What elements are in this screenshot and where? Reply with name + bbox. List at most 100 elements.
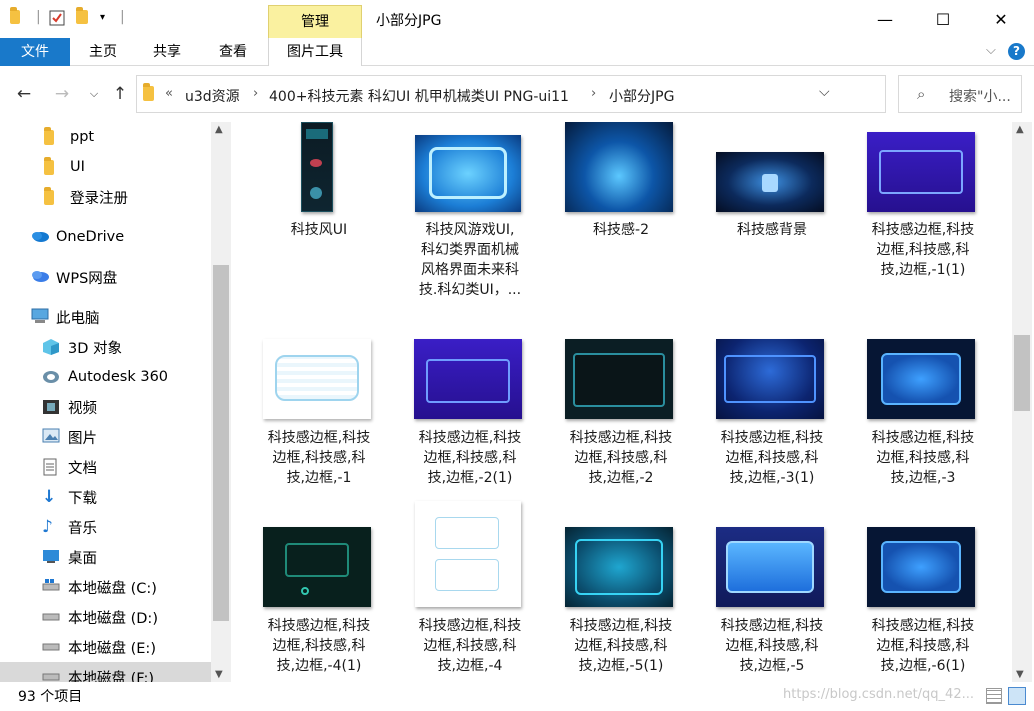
file-thumbnail[interactable] (263, 339, 371, 419)
sidebar-item-documents[interactable]: 文档 (42, 452, 232, 482)
sidebar-item-desktop[interactable]: 桌面 (42, 542, 232, 572)
wps-cloud-icon (30, 268, 49, 286)
maximize-button[interactable]: ☐ (920, 0, 966, 38)
sidebar-item-drive-d[interactable]: 本地磁盘 (D:) (42, 602, 232, 632)
file-name[interactable]: 科技感-2 (556, 220, 686, 240)
tab-view[interactable]: 查看 (202, 38, 264, 66)
chevron-right-icon[interactable]: › (591, 86, 596, 101)
address-bar[interactable]: « u3d资源 › 400+科技元素 科幻UI 机甲机械类UI PNG-ui11… (136, 75, 1009, 113)
back-arrow-icon[interactable]: ← (12, 82, 36, 106)
help-icon[interactable]: ? (1008, 43, 1025, 60)
sidebar-item-wps[interactable]: WPS网盘 (30, 262, 232, 292)
file-thumbnail[interactable] (716, 339, 824, 419)
file-thumbnail[interactable] (867, 339, 975, 419)
file-thumbnail[interactable] (565, 527, 673, 607)
sidebar-item-label: 本地磁盘 (C:) (68, 580, 157, 597)
tab-file[interactable]: 文件 (0, 38, 70, 66)
file-thumbnail[interactable] (867, 527, 975, 607)
forward-arrow-icon[interactable]: → (50, 82, 74, 106)
recent-locations-icon[interactable]: ⌵ (82, 82, 106, 106)
file-name[interactable]: 科技感边框,科技 边框,科技感,科 技,边框,-6(1) (858, 616, 988, 676)
breadcrumb-item[interactable]: 400+科技元素 科幻UI 机甲机械类UI PNG-ui11 (269, 86, 569, 106)
file-name[interactable]: 科技感边框,科技 边框,科技感,科 技,边框,-4(1) (254, 616, 384, 676)
file-name[interactable]: 科技感边框,科技 边框,科技感,科 技,边框,-5(1) (556, 616, 686, 676)
file-name[interactable]: 科技感边框,科技 边框,科技感,科 技,边框,-3(1) (707, 428, 837, 488)
close-button[interactable]: ✕ (978, 0, 1024, 38)
file-name[interactable]: 科技风UI (254, 220, 384, 240)
chevron-right-icon[interactable]: › (253, 86, 258, 101)
file-name[interactable]: 科技感边框,科技 边框,科技感,科 技,边框,-1 (254, 428, 384, 488)
ribbon: 文件 主页 共享 查看 图片工具 ⌵ ? (0, 38, 1034, 66)
sidebar-scroll-thumb[interactable] (213, 265, 229, 621)
sidebar-item-label: Autodesk 360 (68, 369, 169, 385)
sidebar-item-drive-e[interactable]: 本地磁盘 (E:) (42, 632, 232, 662)
file-thumbnail[interactable] (867, 132, 975, 212)
sidebar-item-this-pc[interactable]: 此电脑 (30, 302, 232, 332)
file-thumbnail[interactable] (414, 339, 522, 419)
sidebar-item-login[interactable]: 登录注册 (44, 182, 232, 212)
tab-manage[interactable]: 管理 (268, 5, 362, 38)
sidebar-item-drive-f[interactable]: 本地磁盘 (F:) (0, 662, 211, 682)
window-title: 小部分JPG (376, 13, 442, 29)
file-name[interactable]: 科技感边框,科技 边框,科技感,科 技,边框,-5 (707, 616, 837, 676)
tab-home[interactable]: 主页 (72, 38, 134, 66)
scroll-down-icon[interactable]: ▼ (215, 669, 223, 680)
folder-icon (44, 157, 62, 176)
sidebar-item-label: OneDrive (56, 229, 125, 245)
file-name[interactable]: 科技风游戏UI, 科幻类界面机械 风格界面未来科 技.科幻类UI，... (405, 220, 535, 300)
title-bar: | ▾ | 管理 小部分JPG — ☐ ✕ (0, 0, 1034, 38)
breadcrumb-item[interactable]: u3d资源 (185, 86, 240, 106)
file-thumbnail[interactable] (301, 122, 333, 212)
file-name[interactable]: 科技感边框,科技 边框,科技感,科 技,边框,-3 (858, 428, 988, 488)
file-name[interactable]: 科技感背景 (707, 220, 837, 240)
properties-icon[interactable] (48, 9, 66, 31)
sidebar-item-pictures[interactable]: 图片 (42, 422, 232, 452)
breadcrumb-item[interactable]: 小部分JPG (609, 86, 674, 106)
file-thumbnail[interactable] (415, 501, 521, 607)
sidebar-item-autodesk[interactable]: Autodesk 360 (42, 362, 232, 392)
scroll-up-icon[interactable]: ▲ (215, 124, 223, 135)
search-input[interactable]: 搜索"小... (949, 86, 1011, 106)
file-thumbnail[interactable] (263, 527, 371, 607)
tab-picture-tools[interactable]: 图片工具 (268, 38, 362, 66)
content-scroll-thumb[interactable] (1014, 335, 1030, 411)
tab-share[interactable]: 共享 (136, 38, 198, 66)
onedrive-icon (30, 228, 49, 246)
scroll-down-icon[interactable]: ▼ (1016, 669, 1024, 680)
details-view-icon[interactable] (986, 688, 1002, 704)
large-icons-view-icon[interactable] (1008, 687, 1026, 705)
sidebar-item-downloads[interactable]: ↓ 下载 (42, 482, 232, 512)
sidebar-item-ppt[interactable]: ppt (44, 122, 232, 152)
expand-ribbon-icon[interactable]: ⌵ (986, 43, 996, 58)
up-arrow-icon[interactable]: ↑ (108, 82, 132, 106)
overflow-crumb[interactable]: « (165, 86, 173, 101)
sidebar-item-label: 文档 (68, 460, 97, 477)
file-thumbnail[interactable] (565, 122, 673, 212)
autodesk-icon (42, 368, 60, 386)
file-name[interactable]: 科技感边框,科技 边框,科技感,科 技,边框,-2 (556, 428, 686, 488)
file-name[interactable]: 科技感边框,科技 边框,科技感,科 技,边框,-1(1) (858, 220, 988, 280)
sidebar-item-3d-objects[interactable]: 3D 对象 (42, 332, 232, 362)
file-thumbnail[interactable] (565, 339, 673, 419)
file-name[interactable]: 科技感边框,科技 边框,科技感,科 技,边框,-4 (405, 616, 535, 676)
search-box[interactable]: ⌕ 搜索"小... (898, 75, 1022, 113)
separator: | (36, 9, 41, 25)
scroll-up-icon[interactable]: ▲ (1016, 124, 1024, 135)
new-folder-icon[interactable] (76, 7, 88, 28)
sidebar-item-videos[interactable]: 视频 (42, 392, 232, 422)
customize-toolbar-icon[interactable]: ▾ (100, 12, 105, 23)
file-thumbnail[interactable] (716, 527, 824, 607)
address-dropdown-icon[interactable]: ⌵ (819, 84, 830, 100)
file-name[interactable]: 科技感边框,科技 边框,科技感,科 技,边框,-2(1) (405, 428, 535, 488)
file-thumbnail[interactable] (716, 152, 824, 212)
drive-icon (42, 608, 60, 626)
sidebar-item-onedrive[interactable]: OneDrive (30, 222, 232, 252)
sidebar-item-label: 桌面 (68, 550, 97, 567)
file-list: 科技风UI 科技风游戏UI, 科幻类界面机械 风格界面未来科 技.科幻类UI，... … (232, 122, 1012, 682)
file-thumbnail[interactable] (415, 135, 521, 212)
sidebar-item-drive-c[interactable]: 本地磁盘 (C:) (42, 572, 232, 602)
sidebar-item-ui[interactable]: UI (44, 152, 232, 182)
sidebar-item-music[interactable]: ♪ 音乐 (42, 512, 232, 542)
minimize-button[interactable]: — (862, 0, 908, 38)
folder-icon (10, 7, 20, 28)
